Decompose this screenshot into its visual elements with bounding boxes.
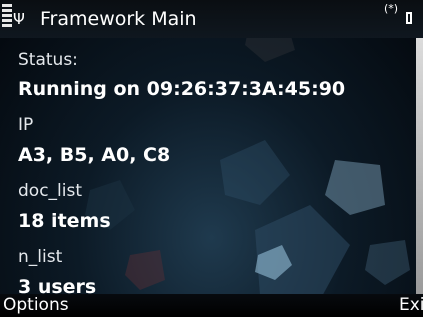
bluetooth-indicator: (*) — [384, 2, 399, 15]
exit-softkey[interactable]: Exit — [399, 296, 423, 315]
ip-value: A3, B5, A0, C8 — [18, 144, 171, 166]
n-list-value: 3 users — [18, 276, 97, 294]
softkey-bar: Options Exit — [0, 294, 423, 317]
n-list-label: n_list — [18, 247, 63, 267]
phone-screen: Ψ Framework Main (*) Status: Running on … — [0, 0, 423, 317]
status-bar: Ψ Framework Main (*) — [0, 0, 423, 38]
options-softkey[interactable]: Options — [3, 296, 69, 315]
battery-icon — [406, 12, 412, 24]
app-title: Framework Main — [40, 8, 197, 30]
doc-list-label: doc_list — [18, 181, 83, 201]
status-label: Status: — [18, 50, 78, 70]
signal-strength-icon — [2, 4, 12, 34]
info-list[interactable]: Status: Running on 09:26:37:3A:45:90 IP … — [0, 38, 412, 294]
ip-label: IP — [18, 115, 34, 135]
status-value: Running on 09:26:37:3A:45:90 — [18, 78, 346, 100]
battery-level-bar — [416, 38, 423, 296]
antenna-icon: Ψ — [13, 10, 25, 28]
doc-list-value: 18 items — [18, 210, 111, 232]
